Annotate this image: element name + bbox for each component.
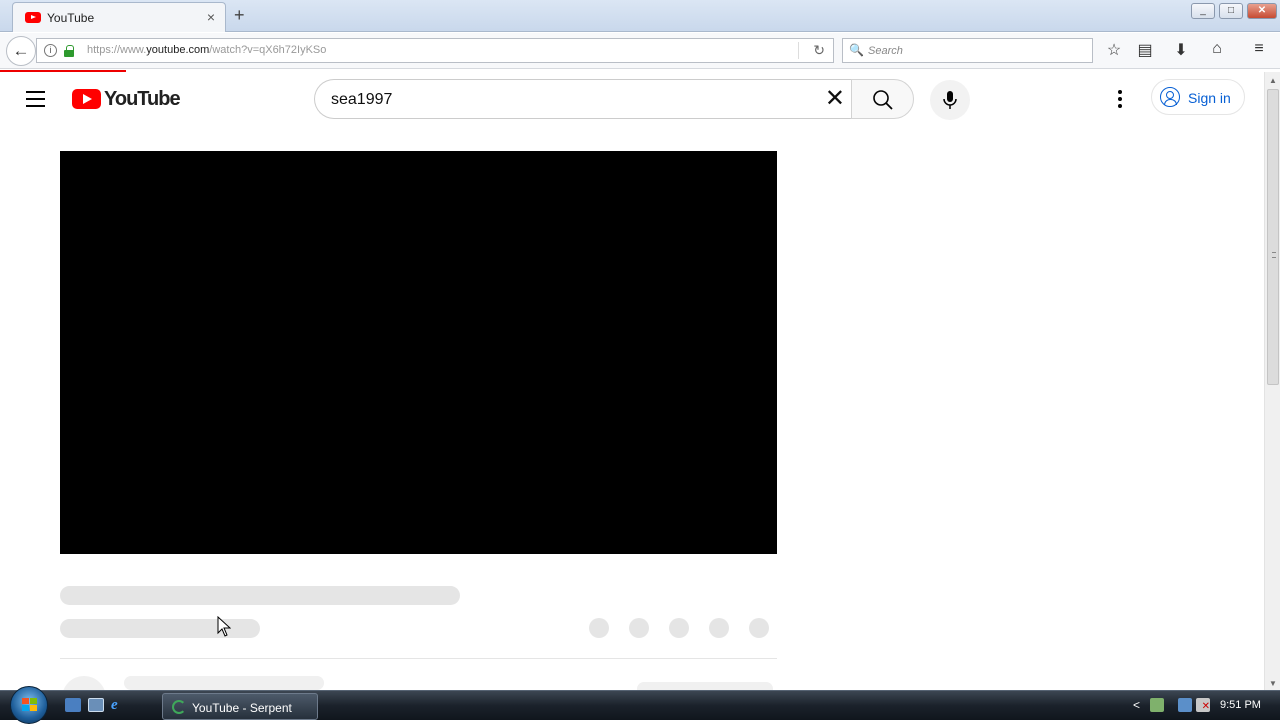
browser-menu-icon[interactable]: ≡ [1248, 40, 1270, 58]
browser-search-box[interactable]: 🔍 Search [842, 38, 1093, 63]
home-icon[interactable]: ⌂ [1206, 40, 1228, 58]
page-scrollbar[interactable]: ▲ ▼ [1264, 72, 1280, 690]
youtube-wordmark: YouTube [104, 88, 181, 110]
lock-icon[interactable] [64, 45, 74, 57]
video-player[interactable] [60, 151, 777, 554]
channel-name-placeholder [124, 676, 324, 690]
sign-in-button[interactable]: Sign in [1151, 79, 1245, 115]
content-divider [60, 658, 777, 659]
title-placeholder [60, 586, 460, 605]
youtube-play-logo-icon [72, 89, 101, 109]
info-icon[interactable]: i [44, 44, 57, 57]
youtube-search-input[interactable]: sea1997 ✕ [314, 79, 851, 119]
address-bar[interactable]: i https://www.youtube.com/watch?v=qX6h72… [36, 38, 834, 63]
tray-app-icon[interactable] [1150, 698, 1164, 712]
url-separator [798, 42, 799, 59]
scrollbar-thumb[interactable] [1267, 89, 1279, 385]
star-icon[interactable]: ☆ [1103, 40, 1125, 60]
voice-search-button[interactable] [930, 80, 970, 120]
sign-in-label: Sign in [1188, 90, 1231, 106]
clear-search-icon[interactable]: ✕ [825, 87, 845, 111]
tab-close-icon[interactable]: × [207, 9, 215, 25]
window-minimize-button[interactable]: _ [1191, 3, 1215, 19]
magnifier-icon [873, 90, 893, 110]
volume-muted-icon[interactable]: ✕ [1196, 698, 1210, 712]
browser-tab-strip: YouTube × + _ □ ✕ [0, 0, 1280, 32]
internet-explorer-icon[interactable]: e [111, 698, 127, 713]
user-circle-icon [1160, 87, 1180, 107]
action-placeholder [749, 618, 769, 638]
network-icon[interactable] [1178, 698, 1192, 712]
tray-expand-icon[interactable]: < [1133, 698, 1140, 712]
reload-icon[interactable]: ↻ [813, 42, 825, 59]
windows-taskbar: e YouTube - Serpent < ✕ 9:51 PM [0, 686, 1280, 724]
scroll-up-icon[interactable]: ▲ [1269, 76, 1277, 85]
action-placeholder [629, 618, 649, 638]
action-placeholder [709, 618, 729, 638]
taskbar-item-serpent[interactable]: YouTube - Serpent [162, 693, 318, 720]
scroll-down-icon[interactable]: ▼ [1269, 679, 1277, 688]
show-desktop-icon[interactable] [65, 698, 81, 712]
download-icon[interactable]: ⬇ [1170, 40, 1192, 60]
action-placeholder [589, 618, 609, 638]
system-clock[interactable]: 9:51 PM [1220, 699, 1261, 711]
window-close-button[interactable]: ✕ [1247, 3, 1277, 19]
window-maximize-button[interactable]: □ [1219, 3, 1243, 19]
taskbar-item-label: YouTube - Serpent [192, 701, 292, 715]
url-text[interactable]: https://www.youtube.com/watch?v=qX6h72Iy… [87, 44, 326, 56]
start-button[interactable] [10, 686, 48, 724]
search-placeholder: Search [868, 45, 903, 57]
mouse-pointer-icon [217, 616, 231, 637]
switch-windows-icon[interactable] [88, 698, 104, 712]
tab-title: YouTube [47, 11, 95, 25]
browser-tab-youtube[interactable]: YouTube × [12, 2, 226, 32]
scroll-grip-icon [1272, 252, 1276, 258]
serpent-browser-icon [172, 700, 186, 714]
windows-flag-icon [22, 698, 38, 712]
back-arrow-icon[interactable]: ← [6, 36, 36, 66]
reader-icon[interactable]: ▤ [1134, 40, 1156, 60]
vertical-dots-icon[interactable] [1108, 90, 1132, 110]
microphone-icon [943, 91, 957, 109]
youtube-masthead: YouTube sea1997 ✕ Sign in [0, 72, 1264, 128]
action-placeholder [669, 618, 689, 638]
search-engine-icon[interactable]: 🔍 [849, 43, 864, 57]
new-tab-button[interactable]: + [234, 5, 245, 26]
hamburger-menu-icon[interactable] [26, 91, 46, 107]
youtube-favicon-icon [25, 12, 41, 23]
youtube-search-button[interactable] [851, 79, 914, 119]
search-query-text[interactable]: sea1997 [331, 91, 392, 109]
browser-navigation-bar: ← i https://www.youtube.com/watch?v=qX6h… [0, 33, 1280, 69]
